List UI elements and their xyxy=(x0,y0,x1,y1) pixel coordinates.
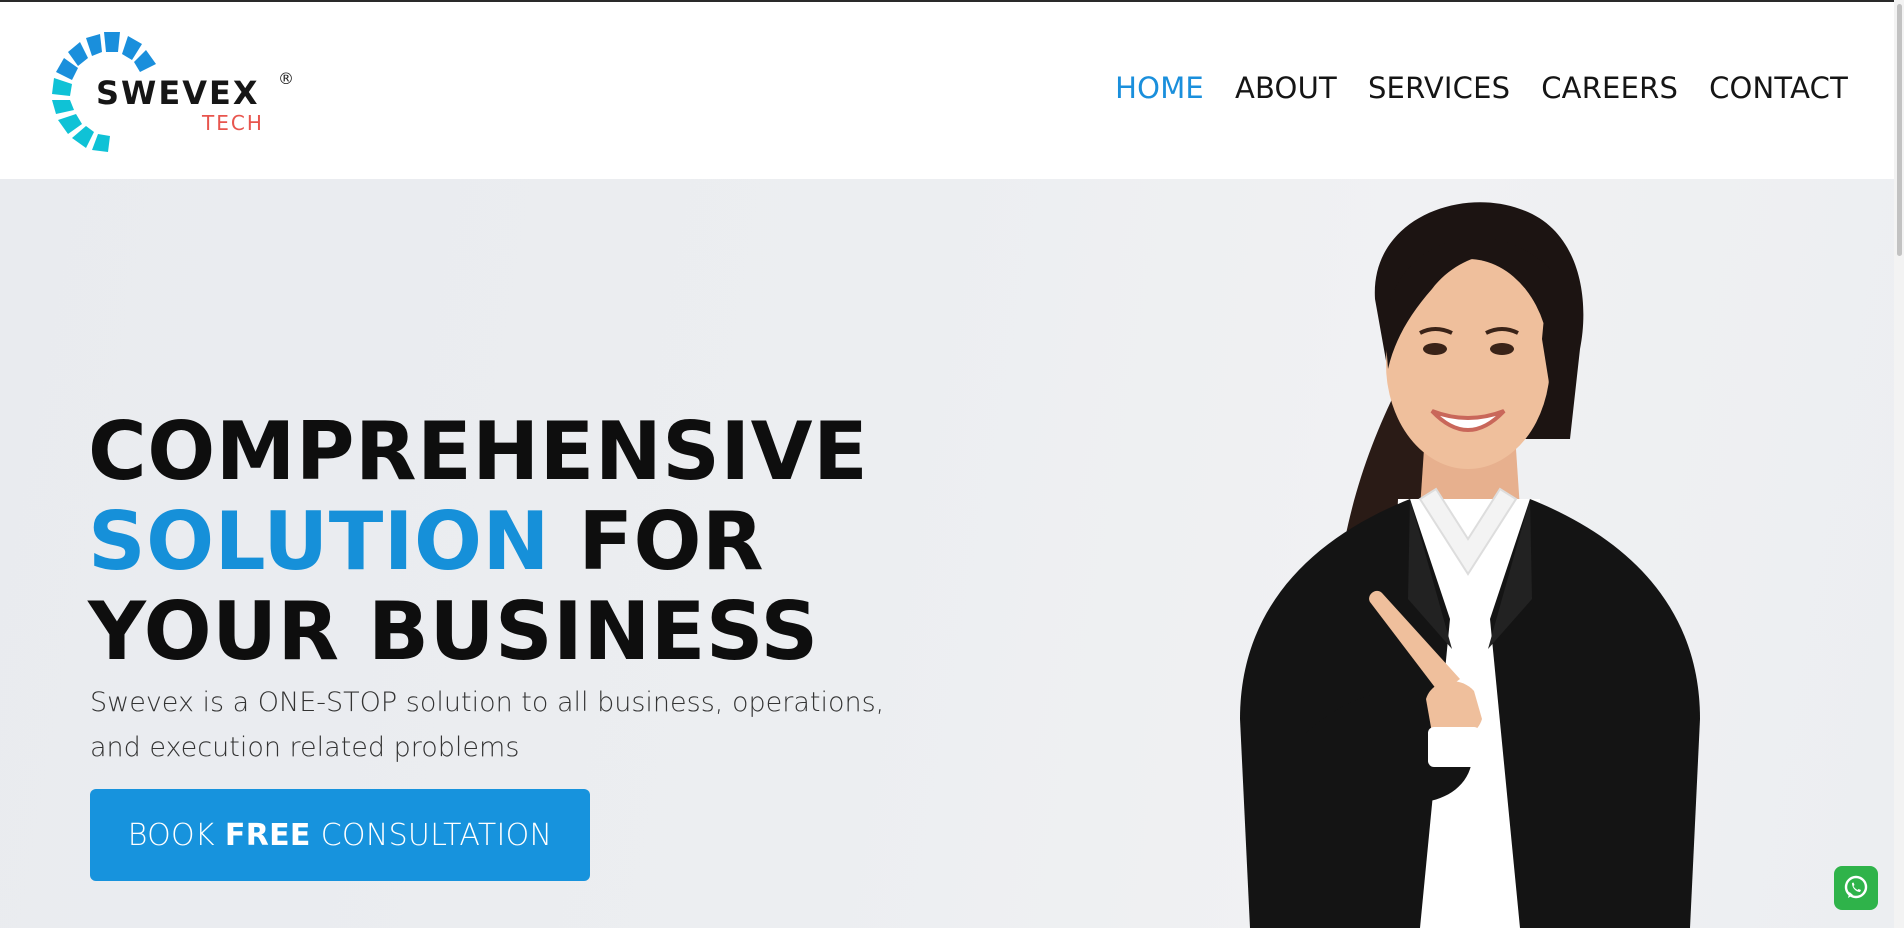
headline-line-3: YOUR BUSINESS xyxy=(88,585,819,678)
nav-careers[interactable]: CAREERS xyxy=(1541,68,1678,108)
logo-subtitle: TECH xyxy=(201,111,264,135)
logo-wordmark: SWEVEX xyxy=(96,74,260,112)
main-nav: HOME ABOUT SERVICES CAREERS CONTACT xyxy=(1115,68,1848,108)
brand-logo[interactable]: SWEVEX TECH ® xyxy=(52,26,312,158)
nav-services[interactable]: SERVICES xyxy=(1368,68,1510,108)
whatsapp-icon xyxy=(1844,875,1868,899)
hero-description: Swevex is a ONE-STOP solution to all bus… xyxy=(90,687,885,763)
nav-about[interactable]: ABOUT xyxy=(1235,68,1337,108)
brand-logo-graphic: SWEVEX TECH ® xyxy=(52,32,294,152)
scrollbar-thumb[interactable] xyxy=(1897,4,1902,256)
cta-suffix: CONSULTATION xyxy=(320,817,553,853)
book-consultation-button[interactable]: BOOK FREE CONSULTATION xyxy=(90,789,590,881)
hero-person-image xyxy=(1170,179,1770,928)
whatsapp-chat-button[interactable] xyxy=(1834,866,1878,910)
hero-section: COMPREHENSIVE SOLUTION FOR YOUR BUSINESS… xyxy=(0,179,1904,928)
headline-line-2: SOLUTION FOR xyxy=(88,497,868,587)
headline-accent-word: SOLUTION xyxy=(88,495,551,588)
page-scrollbar[interactable] xyxy=(1894,0,1904,928)
cta-emphasis: FREE xyxy=(224,817,311,853)
site-header: SWEVEX TECH ® HOME ABOUT SERVICES CAREER… xyxy=(0,2,1904,179)
headline-line-2-rest: FOR xyxy=(550,495,765,588)
nav-contact[interactable]: CONTACT xyxy=(1709,68,1848,108)
logo-registered-mark: ® xyxy=(278,69,294,88)
headline-line-1: COMPREHENSIVE xyxy=(88,405,869,498)
nav-home[interactable]: HOME xyxy=(1115,68,1204,108)
cta-prefix: BOOK xyxy=(127,817,215,853)
hero-headline: COMPREHENSIVE SOLUTION FOR YOUR BUSINESS xyxy=(88,407,868,677)
